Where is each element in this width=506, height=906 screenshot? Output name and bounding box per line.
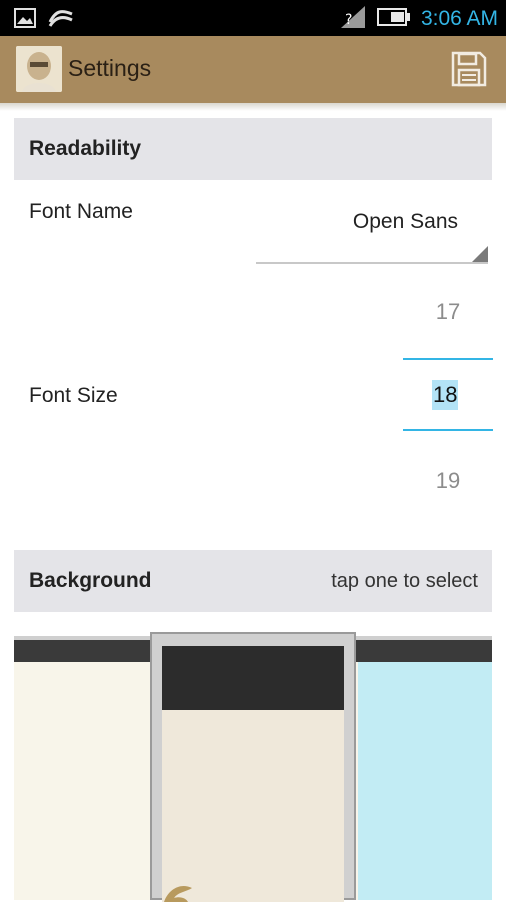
status-bar: ? 3:06 AM <box>0 0 506 36</box>
readability-title: Readability <box>29 137 142 160</box>
battery-icon <box>376 7 411 31</box>
page-title: Settings <box>68 55 152 81</box>
action-bar-shadow <box>0 103 506 111</box>
font-size-input[interactable]: 18 <box>432 380 459 410</box>
save-icon <box>450 51 488 92</box>
font-size-prev[interactable]: 17 <box>403 299 493 325</box>
app-avatar[interactable] <box>16 46 62 92</box>
font-name-spinner[interactable]: Open Sans <box>256 196 488 264</box>
picker-divider-bottom <box>403 429 493 431</box>
readability-header: Readability <box>14 118 492 180</box>
save-button[interactable] <box>450 50 488 88</box>
image-icon <box>14 8 36 32</box>
status-time: 3:06 AM <box>420 7 498 30</box>
font-name-value: Open Sans <box>352 210 458 233</box>
leaf-icon <box>162 862 202 902</box>
no-signal-icon: ? <box>339 4 367 34</box>
background-option-light-blue[interactable] <box>358 662 492 900</box>
font-size-next[interactable]: 19 <box>403 468 493 494</box>
picker-divider-top <box>403 358 493 360</box>
background-option-cream[interactable] <box>14 662 150 900</box>
parchment-preview <box>162 646 344 902</box>
svg-text:?: ? <box>345 12 352 28</box>
background-header: Background tap one to select <box>14 550 492 612</box>
dropdown-arrow-icon <box>472 246 488 262</box>
background-option-parchment[interactable] <box>150 632 356 902</box>
action-bar: Settings <box>0 36 506 103</box>
font-size-label: Font Size <box>29 384 118 407</box>
font-name-label: Font Name <box>29 200 133 223</box>
background-title: Background <box>29 569 152 592</box>
background-hint: tap one to select <box>331 570 478 592</box>
parchment-preview-header <box>162 646 344 710</box>
swype-icon <box>48 8 74 32</box>
